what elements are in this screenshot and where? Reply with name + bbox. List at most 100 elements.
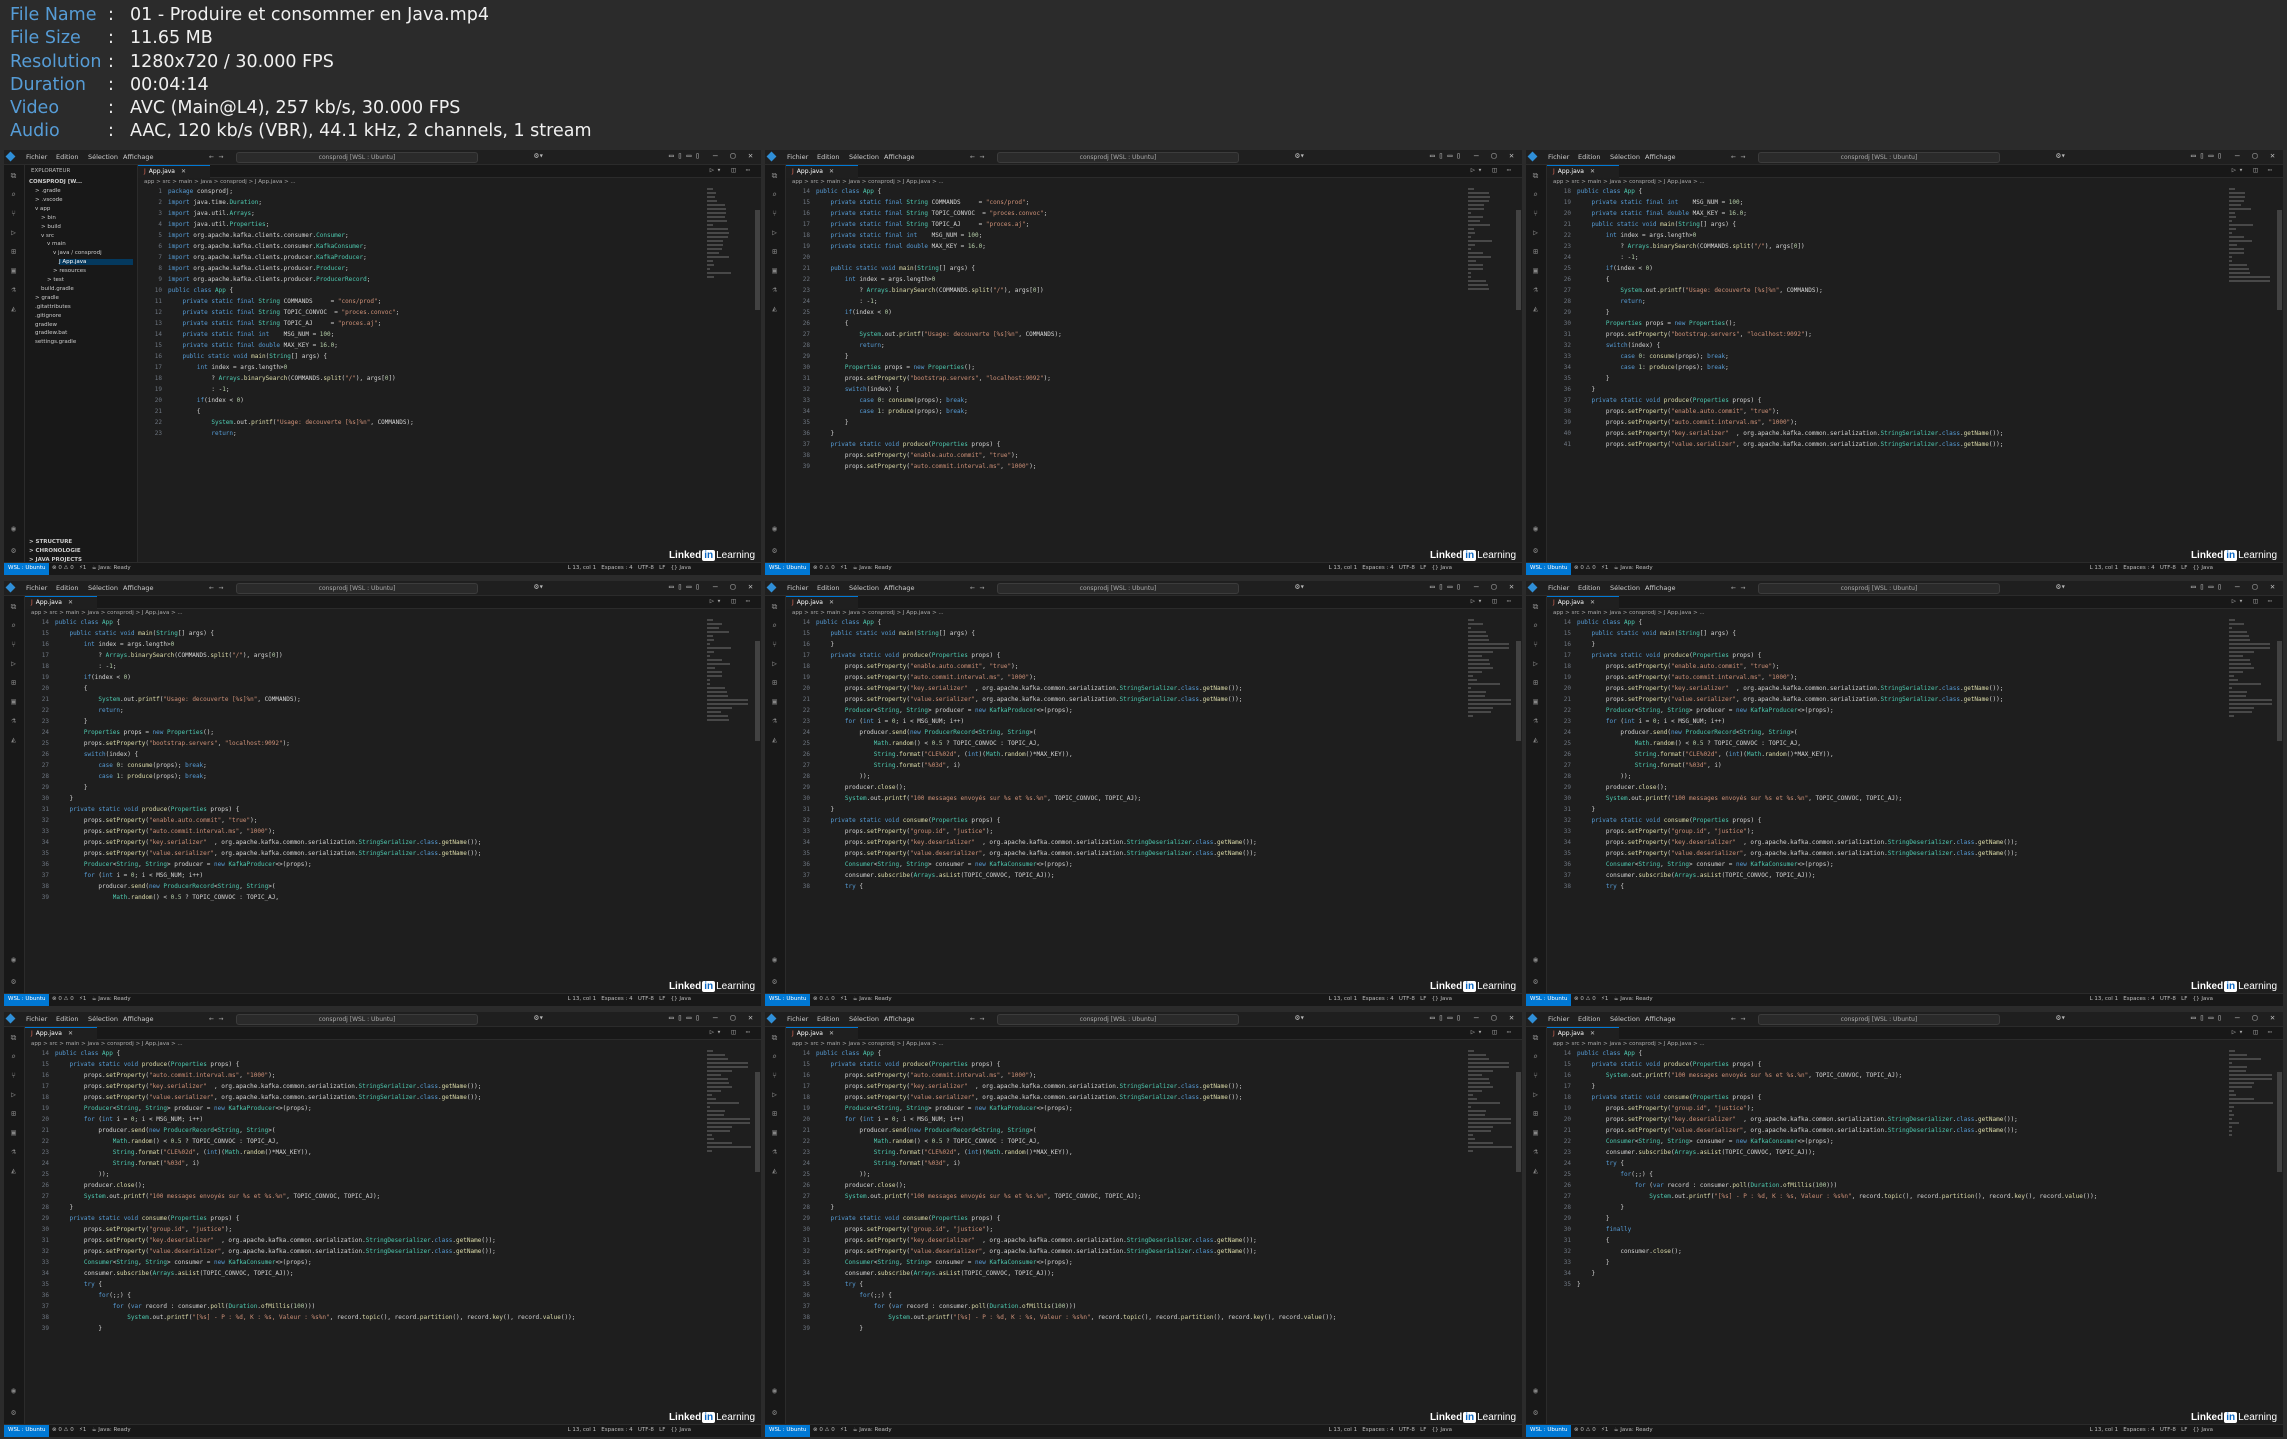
code-line[interactable]: Consumer<String, String> consumer = new …	[1577, 1138, 2227, 1146]
code-line[interactable]: }	[1577, 1270, 2227, 1278]
code-line[interactable]: case 0: consume(props); break;	[1577, 353, 2227, 361]
code-line[interactable]: props.setProperty("auto.commit.interval.…	[816, 1072, 1466, 1080]
account-icon[interactable]: ◉	[9, 1386, 18, 1395]
code-line[interactable]: }	[1577, 309, 2227, 317]
code-line[interactable]: }	[816, 806, 1466, 814]
breadcrumb[interactable]: app > src > main > java > consprodj > J …	[1553, 609, 1705, 618]
code-line[interactable]: props.setProperty("key.serializer" , org…	[816, 1083, 1466, 1091]
code-line[interactable]: case 1: produce(props); break;	[55, 773, 705, 781]
code-line[interactable]: ));	[1577, 773, 2227, 781]
code-line[interactable]: }	[1577, 1215, 2227, 1223]
code-line[interactable]: Consumer<String, String> consumer = new …	[816, 861, 1466, 869]
code-line[interactable]: System.out.printf("[%s] - P : %d, K : %s…	[816, 1314, 1466, 1322]
scrollbar-thumb[interactable]	[755, 210, 760, 310]
explorer-item[interactable]: > .gradle	[35, 188, 61, 194]
menu-item[interactable]: Affichage	[123, 1015, 154, 1023]
source-control-icon[interactable]: ⑂	[770, 640, 779, 649]
account-icon[interactable]: ◉	[770, 1386, 779, 1395]
status-problems[interactable]: ⊗ 0 ⚠ 0 ⚡1 ☕ Java: Ready	[813, 1425, 892, 1436]
account-icon[interactable]: ◉	[1531, 955, 1540, 964]
code-line[interactable]: }	[1577, 386, 2227, 394]
account-icon[interactable]: ◉	[1531, 524, 1540, 533]
extensions-icon[interactable]: ⊞	[9, 1109, 18, 1118]
minimap[interactable]	[707, 619, 753, 993]
code-line[interactable]: if(index < 0)	[1577, 265, 2227, 273]
minimap[interactable]	[707, 188, 753, 562]
code-line[interactable]: }	[1577, 1281, 2227, 1289]
window-controls[interactable]: ▭▯▭▯ — ▢ ✕	[1430, 151, 1518, 160]
code-line[interactable]: consumer.subscribe(Arrays.asList(TOPIC_C…	[1577, 1149, 2227, 1157]
explorer-item[interactable]: v java / consprodj	[53, 250, 102, 256]
explorer-item[interactable]: > bin	[41, 215, 56, 221]
source-control-icon[interactable]: ⑂	[1531, 1071, 1540, 1080]
code-line[interactable]: public static void main(String[] args) {	[816, 265, 1466, 273]
code-line[interactable]: props.setProperty("group.id", "justice")…	[55, 1226, 705, 1234]
code-editor[interactable]: 1 package consprodj; 2 import java.time.Dur…	[140, 188, 705, 562]
breadcrumb[interactable]: app > src > main > java > consprodj > J …	[31, 609, 183, 618]
copilot-icon[interactable]: ⚙▾	[534, 1013, 544, 1022]
code-line[interactable]: private static final String TOPIC_AJ = "…	[168, 320, 705, 328]
menu-item[interactable]: Fichier	[26, 1015, 47, 1023]
code-line[interactable]: String.format("CLE%02d", (int)(Math.rand…	[1577, 751, 2227, 759]
code-line[interactable]: Producer<String, String> producer = new …	[816, 1105, 1466, 1113]
status-cursor-info[interactable]: L 13, col 1 Espaces : 4 UTF-8 LF {} Java	[2090, 563, 2213, 574]
nav-arrows-icon[interactable]: ← →	[209, 583, 223, 592]
account-icon[interactable]: ◉	[770, 955, 779, 964]
code-line[interactable]: private static void consume(Properties p…	[1577, 1094, 2227, 1102]
copilot-icon[interactable]: ⚙▾	[1295, 1013, 1305, 1022]
minimap[interactable]	[2229, 188, 2275, 562]
code-line[interactable]: props.setProperty("auto.commit.interval.…	[816, 674, 1466, 682]
code-line[interactable]: String.format("CLE%02d", (int)(Math.rand…	[816, 1149, 1466, 1157]
extensions-icon[interactable]: ⊞	[1531, 247, 1540, 256]
code-line[interactable]: }	[55, 1325, 705, 1333]
status-cursor-info[interactable]: L 13, col 1 Espaces : 4 UTF-8 LF {} Java	[568, 563, 691, 574]
code-line[interactable]: }	[55, 784, 705, 792]
minimap[interactable]	[1468, 188, 1514, 562]
account-icon[interactable]: ◉	[9, 524, 18, 533]
run-debug-icon[interactable]: ▷	[770, 228, 779, 237]
code-line[interactable]: public class App {	[1577, 619, 2227, 627]
code-line[interactable]: private static final int MSG_NUM = 100;	[168, 331, 705, 339]
copilot-icon[interactable]: ⚙▾	[2056, 1013, 2066, 1022]
code-line[interactable]: : -1;	[1577, 254, 2227, 262]
menu-item[interactable]: Edition	[56, 584, 79, 592]
search-icon[interactable]: ⌕	[770, 190, 779, 199]
menu-item[interactable]: Fichier	[787, 153, 808, 161]
editor-actions[interactable]: ▷▾ ◫ ⋯	[1471, 1028, 1514, 1036]
code-line[interactable]: int index = args.length>0	[168, 364, 705, 372]
close-icon[interactable]: ✕	[181, 168, 186, 175]
menu-item[interactable]: Sélection	[88, 153, 118, 161]
explorer-item[interactable]: gradlew	[35, 322, 57, 328]
code-line[interactable]: System.out.printf("Usage: decouverte [%s…	[55, 696, 705, 704]
code-line[interactable]: props.setProperty("auto.commit.interval.…	[1577, 674, 2227, 682]
nav-arrows-icon[interactable]: ← →	[1731, 583, 1745, 592]
scrollbar-thumb[interactable]	[2277, 210, 2282, 310]
explorer-item[interactable]: v app	[35, 206, 50, 212]
code-line[interactable]: producer.send(new ProducerRecord<String,…	[816, 1127, 1466, 1135]
code-line[interactable]: }	[55, 1204, 705, 1212]
files-icon[interactable]: ⧉	[9, 1033, 18, 1042]
close-icon[interactable]: ✕	[68, 599, 73, 606]
menu-item[interactable]: Edition	[817, 584, 840, 592]
menu-item[interactable]: Fichier	[1548, 584, 1569, 592]
minimap[interactable]	[2229, 619, 2275, 993]
code-line[interactable]: finally	[1577, 1226, 2227, 1234]
command-center-search[interactable]: consprodj [WSL : Ubuntu]	[1758, 583, 2000, 594]
breadcrumb[interactable]: app > src > main > java > consprodj > J …	[144, 178, 296, 187]
code-line[interactable]: private static void consume(Properties p…	[816, 817, 1466, 825]
source-control-icon[interactable]: ⑂	[770, 209, 779, 218]
explorer-item[interactable]: J App.java	[59, 259, 133, 266]
code-line[interactable]: for(;;) {	[816, 1292, 1466, 1300]
nav-arrows-icon[interactable]: ← →	[209, 1014, 223, 1023]
run-debug-icon[interactable]: ▷	[770, 659, 779, 668]
close-icon[interactable]: ✕	[1590, 1030, 1595, 1037]
code-editor[interactable]: 14 public class App {15 public static voi…	[1549, 619, 2227, 993]
explorer-item[interactable]: .gitignore	[35, 313, 61, 319]
nav-arrows-icon[interactable]: ← →	[1731, 152, 1745, 161]
scrollbar-thumb[interactable]	[2277, 641, 2282, 741]
extensions-icon[interactable]: ⊞	[770, 678, 779, 687]
code-line[interactable]: ));	[816, 1171, 1466, 1179]
code-line[interactable]: props.setProperty("key.serializer" , org…	[55, 1083, 705, 1091]
code-line[interactable]: public class App {	[168, 287, 705, 295]
code-line[interactable]: consumer.close();	[1577, 1248, 2227, 1256]
